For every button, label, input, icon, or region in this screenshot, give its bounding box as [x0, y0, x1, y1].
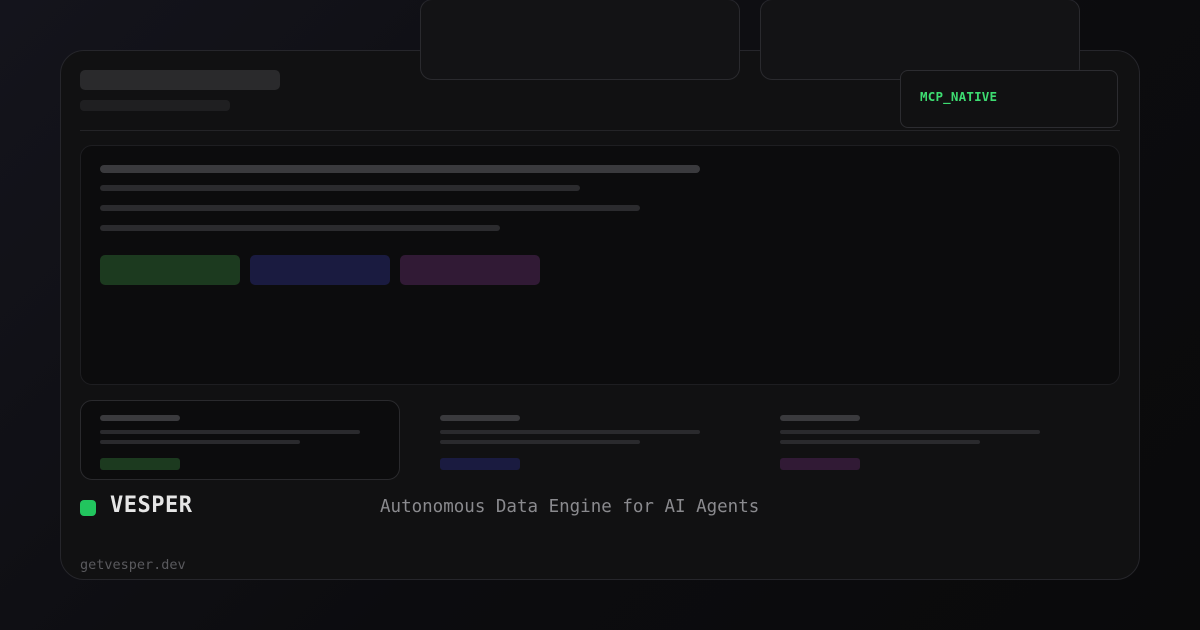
top-card-1: [420, 0, 740, 80]
feature-line-placeholder: [440, 440, 640, 444]
feature-line-placeholder: [440, 430, 700, 434]
feature-line-placeholder: [100, 430, 360, 434]
action-button-placeholder-purple: [400, 255, 540, 285]
content-line-placeholder: [100, 165, 700, 173]
header-divider: [80, 130, 1120, 131]
content-line-placeholder: [100, 205, 640, 211]
feature-tag-placeholder: [440, 458, 520, 470]
feature-line-placeholder: [780, 440, 980, 444]
mcp-native-badge: MCP_NATIVE: [900, 70, 1118, 128]
content-line-placeholder: [100, 185, 580, 191]
brand-name: VESPER: [110, 493, 193, 518]
feature-line-placeholder: [780, 430, 1040, 434]
feature-tag-placeholder: [100, 458, 180, 470]
top-card-2: [760, 0, 1080, 80]
brand-tagline: Autonomous Data Engine for AI Agents: [380, 497, 760, 517]
brand-logo-icon: [80, 500, 96, 516]
mcp-native-label: MCP_NATIVE: [920, 89, 998, 104]
content-line-placeholder: [100, 225, 500, 231]
feature-line-placeholder: [100, 440, 300, 444]
action-button-placeholder-blue: [250, 255, 390, 285]
subtitle-placeholder: [80, 100, 230, 111]
feature-title-placeholder: [440, 415, 520, 421]
title-placeholder: [80, 70, 280, 90]
feature-tag-placeholder: [780, 458, 860, 470]
action-button-placeholder-green: [100, 255, 240, 285]
feature-title-placeholder: [100, 415, 180, 421]
site-url: getvesper.dev: [80, 557, 186, 573]
feature-title-placeholder: [780, 415, 860, 421]
